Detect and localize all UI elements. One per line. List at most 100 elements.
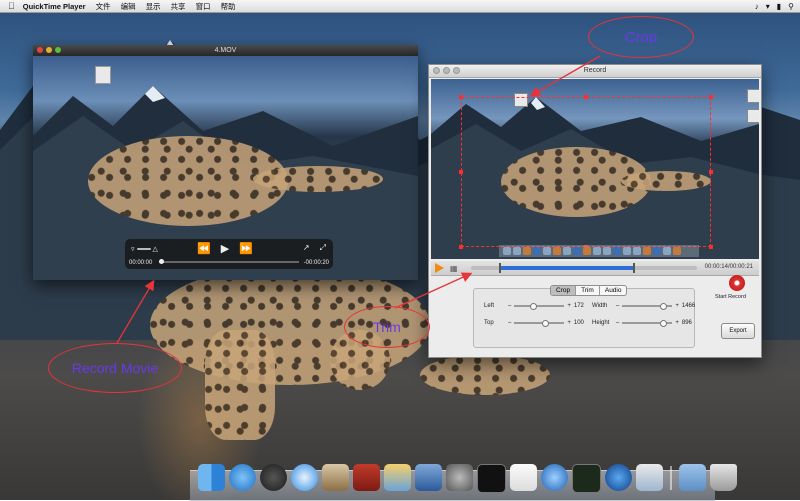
preview-icon[interactable]	[636, 464, 663, 491]
fast-forward-icon[interactable]: ⏩	[239, 242, 253, 255]
minus-icon[interactable]: –	[616, 320, 619, 326]
plus-icon[interactable]: +	[567, 320, 571, 326]
start-record-button[interactable]	[729, 275, 745, 291]
slider-knob[interactable]	[660, 303, 668, 310]
rewind-icon[interactable]: ⏪	[197, 242, 211, 255]
volume-icon[interactable]: ♪	[755, 2, 759, 11]
film-icon[interactable]: ▦	[450, 264, 458, 273]
record-title-bar[interactable]: Record	[429, 65, 761, 78]
crop-handle[interactable]	[709, 170, 713, 174]
minimize-icon[interactable]	[443, 67, 450, 74]
close-icon[interactable]	[37, 47, 43, 53]
dock	[198, 464, 737, 493]
left-slider[interactable]	[514, 303, 565, 310]
terminal-icon[interactable]	[477, 464, 506, 493]
crop-handle[interactable]	[709, 245, 713, 249]
iphoto-icon[interactable]	[384, 464, 411, 491]
volume-control[interactable]: ▿ △	[131, 245, 158, 253]
app-store-icon[interactable]	[229, 464, 256, 491]
minus-icon[interactable]: –	[508, 320, 511, 326]
app-menu[interactable]: QuickTime Player	[23, 2, 86, 11]
leopard-tail	[253, 166, 383, 192]
top-slider[interactable]	[514, 320, 565, 327]
minus-icon[interactable]: –	[616, 303, 619, 309]
plus-icon[interactable]: +	[567, 303, 571, 309]
spotlight-icon[interactable]: ⚲	[788, 2, 794, 11]
quicktime-window: 4.MOV ▿ △ ⏪ ▶ ⏩ ↗ ⤢ 00:00:00 -00:00:20	[33, 45, 418, 280]
zoom-icon[interactable]	[55, 47, 61, 53]
crop-rectangle[interactable]	[459, 95, 713, 249]
textedit-icon[interactable]	[510, 464, 537, 491]
plus-icon[interactable]: +	[675, 320, 679, 326]
play-icon[interactable]: ▶	[221, 242, 229, 255]
finder-icon[interactable]	[198, 464, 225, 491]
crop-handle[interactable]	[459, 170, 463, 174]
safari-icon[interactable]	[291, 464, 318, 491]
xcode-icon[interactable]	[415, 464, 442, 491]
system-preferences-icon[interactable]	[446, 464, 473, 491]
trash-icon[interactable]	[710, 464, 737, 491]
window-title: Record	[583, 67, 607, 74]
slider-knob[interactable]	[542, 320, 550, 327]
play-icon[interactable]	[435, 263, 444, 273]
video-frame[interactable]: ▿ △ ⏪ ▶ ⏩ ↗ ⤢ 00:00:00 -00:00:20	[33, 56, 418, 280]
leopard-leg	[205, 330, 275, 440]
quicktime-icon[interactable]	[605, 464, 632, 491]
quicktime-title-bar[interactable]: 4.MOV	[33, 45, 418, 56]
plus-icon[interactable]: +	[675, 303, 679, 309]
height-label: Height	[592, 320, 610, 326]
volume-slider[interactable]	[136, 248, 151, 250]
minus-icon[interactable]: –	[508, 303, 511, 309]
drive-icon	[747, 109, 759, 123]
menu-file[interactable]: 文件	[96, 1, 111, 12]
current-time: 00:00:00	[129, 260, 153, 266]
apple-icon[interactable]: 	[8, 1, 15, 11]
close-icon[interactable]	[433, 67, 440, 74]
menu-window[interactable]: 窗口	[196, 1, 211, 12]
scrubber-knob[interactable]	[159, 259, 164, 264]
tab-trim[interactable]: Trim	[576, 286, 600, 295]
trim-start-handle[interactable]	[499, 263, 502, 273]
settings-panel: Crop Trim Audio Left – + 172 Top – + 100…	[473, 285, 695, 348]
trim-end-handle[interactable]	[632, 263, 635, 273]
slider-knob[interactable]	[530, 303, 538, 310]
menu-help[interactable]: 帮助	[221, 1, 236, 12]
slider-knob[interactable]	[660, 320, 668, 327]
scrubber[interactable]	[159, 259, 299, 264]
volume-high-icon: △	[152, 246, 158, 253]
trim-callout: Trim	[344, 306, 430, 348]
start-record-label: Start Record	[715, 294, 746, 300]
dashboard-icon[interactable]	[260, 464, 287, 491]
height-slider[interactable]	[622, 320, 673, 327]
fullscreen-icon[interactable]: ⤢	[320, 243, 326, 253]
crop-handle[interactable]	[459, 245, 463, 249]
crop-handle[interactable]	[459, 95, 463, 99]
file-icon	[95, 66, 111, 84]
zoom-icon[interactable]	[453, 67, 460, 74]
menu-edit[interactable]: 编辑	[121, 1, 136, 12]
export-button[interactable]: Export	[721, 323, 755, 339]
menu-share[interactable]: 共享	[171, 1, 186, 12]
trim-track[interactable]	[471, 263, 697, 273]
crop-handle[interactable]	[709, 95, 713, 99]
tab-crop[interactable]: Crop	[551, 286, 577, 295]
crop-handle[interactable]	[584, 95, 588, 99]
width-slider[interactable]	[622, 303, 673, 310]
wifi-icon[interactable]: ▾	[766, 2, 770, 11]
trim-selection[interactable]	[500, 266, 634, 270]
share-icon[interactable]: ↗	[303, 243, 310, 253]
remaining-time: -00:00:20	[303, 260, 329, 266]
photo-booth-icon[interactable]	[353, 464, 380, 491]
record-movie-callout: Record Movie	[48, 343, 182, 393]
top-row: Top – + 100	[484, 320, 584, 327]
itunes-icon[interactable]	[541, 464, 568, 491]
tab-audio[interactable]: Audio	[600, 286, 627, 295]
top-label: Top	[484, 320, 494, 326]
record-preview[interactable]	[431, 79, 759, 259]
menu-view[interactable]: 显示	[146, 1, 161, 12]
mail-icon[interactable]	[322, 464, 349, 491]
battery-icon[interactable]: ▮	[777, 2, 781, 11]
minimize-icon[interactable]	[46, 47, 52, 53]
activity-monitor-icon[interactable]	[572, 464, 601, 493]
downloads-folder-icon[interactable]	[679, 464, 706, 491]
